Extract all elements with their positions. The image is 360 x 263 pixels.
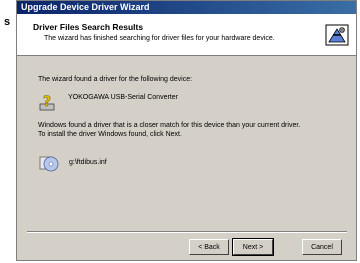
header-subtitle: The wizard has finished searching for dr… <box>44 35 275 42</box>
driver-file-path: g:\ftdibus.inf <box>69 159 107 166</box>
hardware-wizard-icon <box>325 24 349 46</box>
edge-text-fragment: s <box>4 16 11 28</box>
wizard-header: Driver Files Search Results The wizard h… <box>17 14 356 56</box>
cancel-button[interactable]: Cancel <box>302 239 342 255</box>
cd-setup-icon <box>39 156 59 172</box>
closer-match-text-1: Windows found a driver that is a closer … <box>38 122 301 129</box>
closer-match-text-2: To install the driver Windows found, cli… <box>38 131 182 138</box>
back-button[interactable]: < Back <box>189 239 229 255</box>
device-name: YOKOGAWA USB-Serial Converter <box>68 94 178 101</box>
window-title: Upgrade Device Driver Wizard <box>17 1 356 14</box>
button-divider <box>27 231 347 233</box>
wizard-window: Upgrade Device Driver Wizard Driver File… <box>16 0 357 261</box>
next-button[interactable]: Next > <box>232 238 274 256</box>
question-mark-device-icon: ? <box>39 94 55 111</box>
found-driver-text: The wizard found a driver for the follow… <box>38 76 193 83</box>
svg-text:?: ? <box>43 94 51 110</box>
header-title: Driver Files Search Results <box>33 22 144 32</box>
